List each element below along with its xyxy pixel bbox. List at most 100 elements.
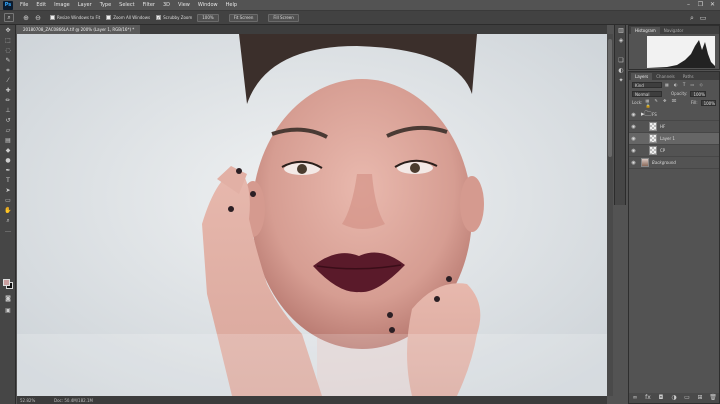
canvas-vertical-scrollbar[interactable]	[607, 34, 613, 396]
document-canvas[interactable]	[17, 34, 607, 396]
marquee-tool-icon[interactable]: ⬚	[3, 37, 13, 45]
visibility-eye-icon[interactable]: ◉	[630, 124, 637, 130]
layer-row[interactable]: ◉ ▸🗀 FS	[629, 109, 719, 121]
layer-name: FS	[652, 112, 657, 117]
more-tools-icon[interactable]: …	[3, 227, 13, 235]
zoom-out-icon[interactable]: ⊖	[34, 14, 42, 22]
lock-icons[interactable]: ▦ ✎ ✥ ⌧ 🔒	[645, 98, 684, 108]
search-icon[interactable]: ⌕	[688, 14, 696, 22]
navigator-panel-icon[interactable]: ◈	[617, 37, 625, 45]
options-bar: ⌕ ⊕ ⊖ Resize Windows to Fit Zoom All Win…	[0, 11, 720, 25]
histogram-panel-icon[interactable]: ▥	[617, 27, 625, 35]
zoom-level[interactable]: 52.82%	[20, 398, 50, 403]
photoshop-logo: Ps	[3, 0, 13, 10]
filter-icons[interactable]: ▦ ◐ T ▭ ◇	[665, 82, 705, 87]
layers-panel-icon[interactable]: ❏	[617, 57, 625, 65]
layer-row[interactable]: ◉ CP	[629, 145, 719, 157]
100-percent-button[interactable]: 100%	[197, 13, 219, 22]
checkbox-box[interactable]: ✓	[156, 15, 162, 20]
blend-mode-select[interactable]: Normal	[632, 90, 662, 97]
visibility-eye-icon[interactable]: ◉	[630, 148, 637, 154]
quick-select-tool-icon[interactable]: ✎	[3, 57, 13, 65]
menu-image[interactable]: Image	[50, 0, 74, 11]
minimize-button[interactable]: –	[684, 1, 693, 9]
screen-mode-icon[interactable]: ▣	[3, 307, 13, 315]
menu-3d[interactable]: 3D	[159, 0, 174, 11]
checkbox-box[interactable]	[106, 15, 112, 20]
menu-edit[interactable]: Edit	[32, 0, 50, 11]
hand-tool-icon[interactable]: ✋	[3, 207, 13, 215]
menu-window[interactable]: Window	[194, 0, 222, 11]
menu-select[interactable]: Select	[115, 0, 138, 11]
crop-tool-icon[interactable]: ⌗	[3, 67, 13, 75]
fill-screen-button[interactable]: Fill Screen	[268, 13, 299, 22]
layer-style-icon[interactable]: fx	[644, 394, 652, 402]
fill-field[interactable]: 100%	[700, 99, 716, 106]
eyedropper-tool-icon[interactable]: ⁄	[3, 77, 13, 85]
tab-navigator[interactable]: Navigator	[660, 27, 688, 34]
checkbox-box[interactable]	[50, 15, 55, 20]
link-layers-icon[interactable]: ∞	[631, 394, 639, 402]
layer-row[interactable]: ◉ HF	[629, 121, 719, 133]
layer-row[interactable]: ◉ Background	[629, 157, 719, 169]
layer-kind-filter[interactable]: Kind	[632, 81, 662, 88]
scrubby-zoom-checkbox[interactable]: ✓ Scrubby Zoom	[156, 15, 192, 20]
close-button[interactable]: ✕	[708, 1, 717, 9]
zoom-all-windows-checkbox[interactable]: Zoom All Windows	[106, 15, 150, 20]
blur-tool-icon[interactable]: ◆	[3, 147, 13, 155]
document-tab[interactable]: 20180708_ZAC0866LA.tif @ 200% (Layer 1, …	[17, 25, 141, 34]
checkbox-label: Scrubby Zoom	[163, 15, 193, 20]
menu-help[interactable]: Help	[222, 0, 241, 11]
panel-icon-strip: ▥ ◈ ❏ ◐ ✦	[614, 25, 626, 205]
menu-file[interactable]: File	[16, 0, 32, 11]
paths-panel-icon[interactable]: ✦	[617, 77, 625, 85]
zoom-tool-preset-icon[interactable]: ⌕	[4, 13, 14, 22]
history-brush-tool-icon[interactable]: ↺	[3, 117, 13, 125]
menu-layer[interactable]: Layer	[74, 0, 96, 11]
tab-histogram[interactable]: Histogram	[631, 27, 660, 34]
add-mask-icon[interactable]: ◘	[657, 394, 665, 402]
workspace-icon[interactable]: ▭	[699, 14, 707, 22]
resize-windows-checkbox[interactable]: Resize Windows to Fit	[50, 15, 100, 20]
menu-view[interactable]: View	[174, 0, 194, 11]
layer-thumbnail	[649, 122, 657, 131]
new-layer-icon[interactable]: ⊞	[696, 394, 704, 402]
scrollbar-thumb[interactable]	[608, 39, 612, 157]
new-group-icon[interactable]: ▭	[683, 394, 691, 402]
lasso-tool-icon[interactable]: ◌	[3, 47, 13, 55]
menu-filter[interactable]: Filter	[139, 0, 159, 11]
menu-type[interactable]: Type	[96, 0, 115, 11]
tab-paths[interactable]: Paths	[679, 73, 698, 80]
gradient-tool-icon[interactable]: ▤	[3, 137, 13, 145]
eraser-tool-icon[interactable]: ▱	[3, 127, 13, 135]
layer-row[interactable]: ◉ Layer 1	[629, 133, 719, 145]
restore-button[interactable]: ❐	[696, 1, 705, 9]
lock-row: Lock: ▦ ✎ ✥ ⌧ 🔒 Fill: 100%	[629, 98, 719, 108]
channels-panel-icon[interactable]: ◐	[617, 67, 625, 75]
checkbox-label: Resize Windows to Fit	[57, 15, 101, 20]
dodge-tool-icon[interactable]: ●	[3, 157, 13, 165]
visibility-eye-icon[interactable]: ◉	[630, 112, 637, 118]
zoom-tool-icon[interactable]: ⌕	[3, 217, 13, 225]
shape-tool-icon[interactable]: ▭	[3, 197, 13, 205]
move-tool-icon[interactable]: ✥	[3, 27, 13, 35]
path-select-tool-icon[interactable]: ➤	[3, 187, 13, 195]
opacity-field[interactable]: 100%	[690, 90, 707, 97]
visibility-eye-icon[interactable]: ◉	[630, 160, 637, 166]
zoom-in-icon[interactable]: ⊕	[22, 14, 30, 22]
type-tool-icon[interactable]: T	[3, 177, 13, 185]
pen-tool-icon[interactable]: ✒	[3, 167, 13, 175]
tab-layers[interactable]: Layers	[631, 73, 653, 80]
quick-mask-icon[interactable]: ◙	[3, 295, 13, 303]
layers-panel: Layers Channels Paths Kind ▦ ◐ T ▭ ◇ Nor…	[628, 71, 720, 404]
delete-layer-icon[interactable]: 🗑	[709, 394, 717, 402]
clone-stamp-tool-icon[interactable]: ⊥	[3, 107, 13, 115]
visibility-eye-icon[interactable]: ◉	[630, 136, 637, 142]
foreground-color-swatch[interactable]	[3, 279, 10, 286]
healing-brush-tool-icon[interactable]: ✚	[3, 87, 13, 95]
brush-tool-icon[interactable]: ✏	[3, 97, 13, 105]
adjustment-layer-icon[interactable]: ◑	[670, 394, 678, 402]
folder-icon: ▸🗀	[641, 110, 652, 118]
tab-channels[interactable]: Channels	[652, 73, 679, 80]
fit-screen-button[interactable]: Fit Screen	[228, 13, 259, 22]
